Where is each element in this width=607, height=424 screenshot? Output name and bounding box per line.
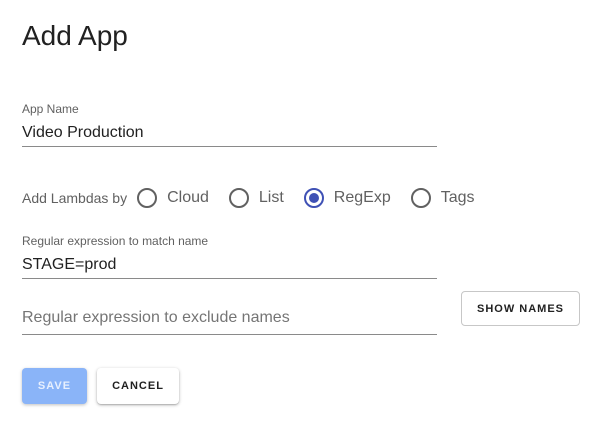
radio-regexp-circle-icon[interactable] [303, 188, 324, 208]
radio-cloud[interactable]: Cloud [137, 188, 209, 208]
regexp-match-label: Regular expression to match name [22, 234, 209, 248]
page-title: Add App [22, 20, 128, 51]
radio-tags-label: Tags [440, 189, 475, 206]
radio-regexp-label: RegExp [333, 189, 391, 206]
regexp-match-field: Regular expression to match name [22, 234, 437, 279]
radio-tags[interactable]: Tags [410, 188, 475, 208]
radio-regexp[interactable]: RegExp [303, 188, 391, 208]
radio-cloud-circle-icon[interactable] [137, 188, 158, 208]
radio-list-circle-icon[interactable] [228, 188, 249, 208]
add-app-form: Add App App Name Add Lambdas by Cloud Li… [0, 0, 607, 424]
regexp-exclude-field [22, 307, 437, 335]
radio-list-label: List [258, 189, 284, 206]
radio-tags-circle-icon[interactable] [410, 188, 431, 208]
cancel-button[interactable]: Cancel [97, 368, 179, 404]
add-lambdas-by-group: Add Lambdas by Cloud List RegExp Tags [22, 185, 495, 211]
regexp-match-input[interactable] [22, 254, 437, 276]
radio-cloud-label: Cloud [167, 189, 209, 206]
radio-list[interactable]: List [228, 188, 284, 208]
app-name-field: App Name [22, 102, 437, 147]
save-button[interactable]: Save [22, 368, 87, 404]
app-name-label: App Name [22, 102, 79, 116]
app-name-input[interactable] [22, 122, 437, 144]
show-names-button[interactable]: Show Names [461, 291, 580, 326]
regexp-exclude-input[interactable] [22, 307, 437, 329]
add-lambdas-by-label: Add Lambdas by [22, 190, 128, 206]
